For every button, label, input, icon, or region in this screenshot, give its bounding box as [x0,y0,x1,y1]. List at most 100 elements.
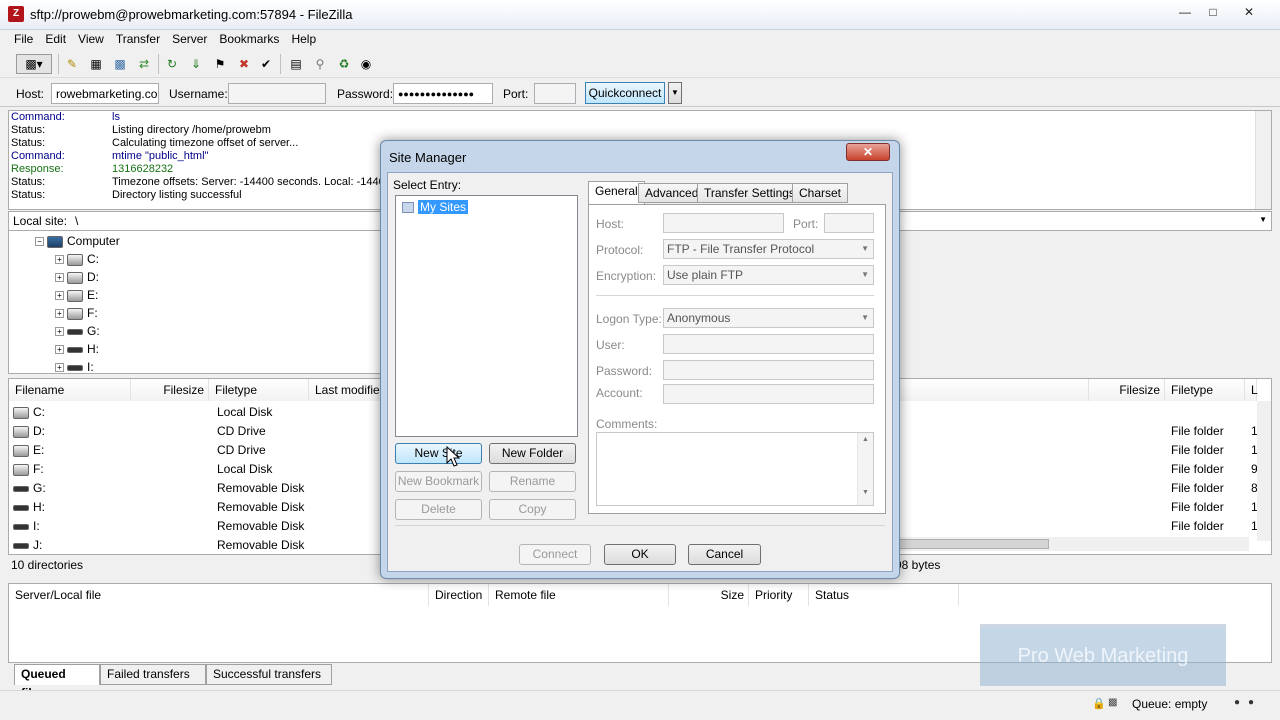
tree-item-drive[interactable]: + H: [55,340,99,358]
table-row[interactable]: File folder 9 [1171,460,1258,479]
table-row[interactable]: File folder 1 [1171,422,1258,441]
expand-icon[interactable]: + [55,291,64,301]
expand-icon[interactable]: + [55,273,64,283]
stop-icon[interactable]: ⚑ [210,54,230,74]
log-scrollbar[interactable] [1255,111,1271,209]
queue-header-size[interactable]: Size [669,584,749,606]
table-row[interactable]: F: Local Disk [13,460,272,479]
tab-advanced[interactable]: Advanced [638,183,706,203]
column-header-filename[interactable]: Filename [9,379,131,401]
remote-tree-icon[interactable]: ▩ [110,54,130,74]
copy-button[interactable]: Copy [489,499,576,520]
tree-item-computer[interactable]: − Computer [35,232,120,250]
host-input[interactable]: rowebmarketing.com [51,83,159,104]
delete-button[interactable]: Delete [395,499,482,520]
message-log-icon[interactable]: ✎ [62,54,82,74]
refresh-icon[interactable]: ↻ [162,54,182,74]
ok-button[interactable]: OK [604,544,676,565]
cancel-button[interactable]: Cancel [688,544,761,565]
column-header-remote-filesize[interactable]: Filesize [1089,379,1165,401]
menu-bookmarks[interactable]: Bookmarks [213,30,285,48]
password-field[interactable] [663,360,874,380]
column-header-last-modified[interactable]: Last modifie [309,379,389,401]
tree-item-drive[interactable]: + D: [55,268,99,286]
tree-item-drive[interactable]: + E: [55,286,98,304]
tab-queued-files[interactable]: Queued files [14,664,100,700]
password-input[interactable]: ●●●●●●●●●●●●●● [393,83,493,104]
menu-view[interactable]: View [72,30,110,48]
tab-transfer-settings[interactable]: Transfer Settings [697,183,802,203]
tree-item-my-sites[interactable]: My Sites [402,199,469,215]
user-field[interactable] [663,334,874,354]
table-row[interactable]: File folder 1 [1171,517,1258,536]
filter-icon[interactable]: ▤ [286,54,306,74]
tree-item-drive[interactable]: + G: [55,322,100,340]
transfer-queue-icon[interactable]: ⇄ [134,54,154,74]
tree-item-drive[interactable]: + F: [55,304,98,322]
new-bookmark-button[interactable]: New Bookmark [395,471,482,492]
scroll-thumb[interactable] [899,539,1049,549]
file-list-scrollbar[interactable] [1257,401,1271,541]
table-row[interactable]: File folder 1 [1171,441,1258,460]
logon-type-select[interactable]: Anonymous ▼ [663,308,874,328]
table-row[interactable]: I: Removable Disk [13,517,304,536]
new-site-button[interactable]: New Site [395,443,482,464]
tree-item-drive[interactable]: + C: [55,250,99,268]
column-header-filesize[interactable]: Filesize [131,379,209,401]
tab-general[interactable]: General [588,181,645,204]
queue-header-server-local-file[interactable]: Server/Local file [9,584,429,606]
local-tree-icon[interactable]: ▦ [86,54,106,74]
quickconnect-dropdown-icon[interactable]: ▼ [668,82,682,104]
port-input[interactable] [534,83,576,104]
search-icon[interactable]: ◉ [356,54,376,74]
quickconnect-button[interactable]: Quickconnect [585,82,665,104]
sync-browse-icon[interactable]: ♻ [334,54,354,74]
tab-failed-transfers[interactable]: Failed transfers [100,664,206,685]
table-row[interactable]: File folder 8 [1171,479,1258,498]
table-row[interactable]: J: Removable Disk [13,536,304,554]
protocol-select[interactable]: FTP - File Transfer Protocol ▼ [663,239,874,259]
menu-transfer[interactable]: Transfer [110,30,166,48]
tab-successful-transfers[interactable]: Successful transfers [206,664,332,685]
port-field[interactable] [824,213,874,233]
tree-item-drive[interactable]: + I: [55,358,94,373]
expand-icon[interactable]: + [55,363,64,373]
queue-header-status[interactable]: Status [809,584,959,606]
minimize-button[interactable]: — [1172,4,1198,20]
horizontal-scrollbar[interactable] [889,537,1249,551]
tab-charset[interactable]: Charset [792,183,849,203]
local-site-path[interactable]: \ [75,214,78,228]
table-row[interactable]: D: CD Drive [13,422,266,441]
table-row[interactable]: H: Removable Disk [13,498,304,517]
encryption-select[interactable]: Use plain FTP ▼ [663,265,874,285]
connect-button[interactable]: Connect [519,544,591,565]
menu-file[interactable]: File [8,30,39,48]
dir-compare-icon[interactable]: ⚲ [310,54,330,74]
column-header-remote-filetype[interactable]: Filetype [1165,379,1245,401]
site-manager-icon[interactable]: ▩▾ [16,54,52,74]
maximize-button[interactable]: □ [1200,4,1226,20]
chevron-down-icon[interactable]: ▼ [1259,215,1267,224]
collapse-icon[interactable]: − [35,237,44,247]
menu-server[interactable]: Server [166,30,213,48]
cancel-operation-icon[interactable]: ✖ [234,54,254,74]
table-row[interactable]: E: CD Drive [13,441,266,460]
queue-header-priority[interactable]: Priority [749,584,809,606]
disconnect-icon[interactable]: ✔ [256,54,276,74]
expand-icon[interactable]: + [55,327,64,337]
process-queue-icon[interactable]: ⇓ [186,54,206,74]
menu-help[interactable]: Help [285,30,322,48]
table-row[interactable]: G: Removable Disk [13,479,304,498]
column-header-remote-last[interactable]: L [1245,379,1258,401]
queue-header-direction[interactable]: Direction [429,584,489,606]
expand-icon[interactable]: + [55,309,64,319]
queue-header-remote-file[interactable]: Remote file [489,584,669,606]
rename-button[interactable]: Rename [489,471,576,492]
username-input[interactable] [228,83,326,104]
comments-scrollbar[interactable]: ▲ ▼ [857,433,873,505]
comments-field[interactable]: ▲ ▼ [596,432,874,506]
expand-icon[interactable]: + [55,345,64,355]
table-row[interactable]: File folder 1 [1171,498,1258,517]
expand-icon[interactable]: + [55,255,64,265]
table-row[interactable]: C: Local Disk [13,403,272,422]
